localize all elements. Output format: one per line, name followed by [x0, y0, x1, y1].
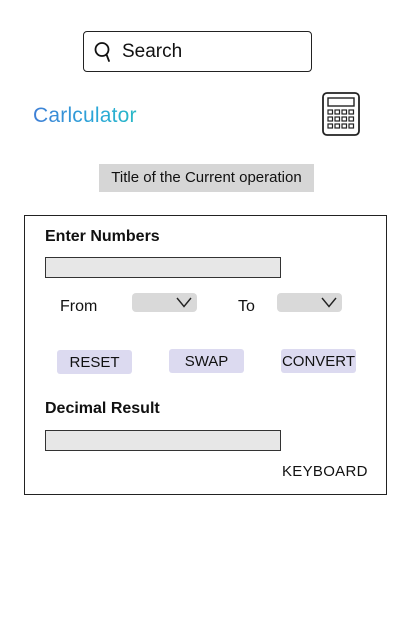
result-field[interactable] — [45, 430, 281, 451]
from-label: From — [60, 298, 98, 315]
from-dropdown[interactable] — [132, 293, 197, 312]
number-input[interactable] — [45, 257, 281, 278]
operation-title: Title of the Current operation — [99, 164, 314, 192]
search-input[interactable] — [122, 40, 302, 63]
enter-numbers-label: Enter Numbers — [45, 228, 160, 245]
reset-button[interactable]: RESET — [57, 350, 132, 374]
search-bar[interactable] — [83, 31, 312, 72]
converter-panel: Enter Numbers From To RESET SWAP CONVERT… — [24, 215, 387, 495]
to-dropdown[interactable] — [277, 293, 342, 312]
chevron-down-icon — [321, 297, 337, 308]
chevron-down-icon — [176, 297, 192, 308]
to-label: To — [238, 298, 255, 315]
calculator-icon[interactable] — [322, 92, 360, 136]
decimal-result-label: Decimal Result — [45, 400, 160, 417]
keyboard-link[interactable]: KEYBOARD — [282, 463, 368, 480]
page: Carlculator Title of the Current operati… — [0, 0, 412, 636]
search-icon — [94, 41, 110, 62]
swap-button[interactable]: SWAP — [169, 349, 244, 373]
app-title: Carlculator — [33, 104, 137, 127]
convert-button[interactable]: CONVERT — [281, 349, 356, 373]
